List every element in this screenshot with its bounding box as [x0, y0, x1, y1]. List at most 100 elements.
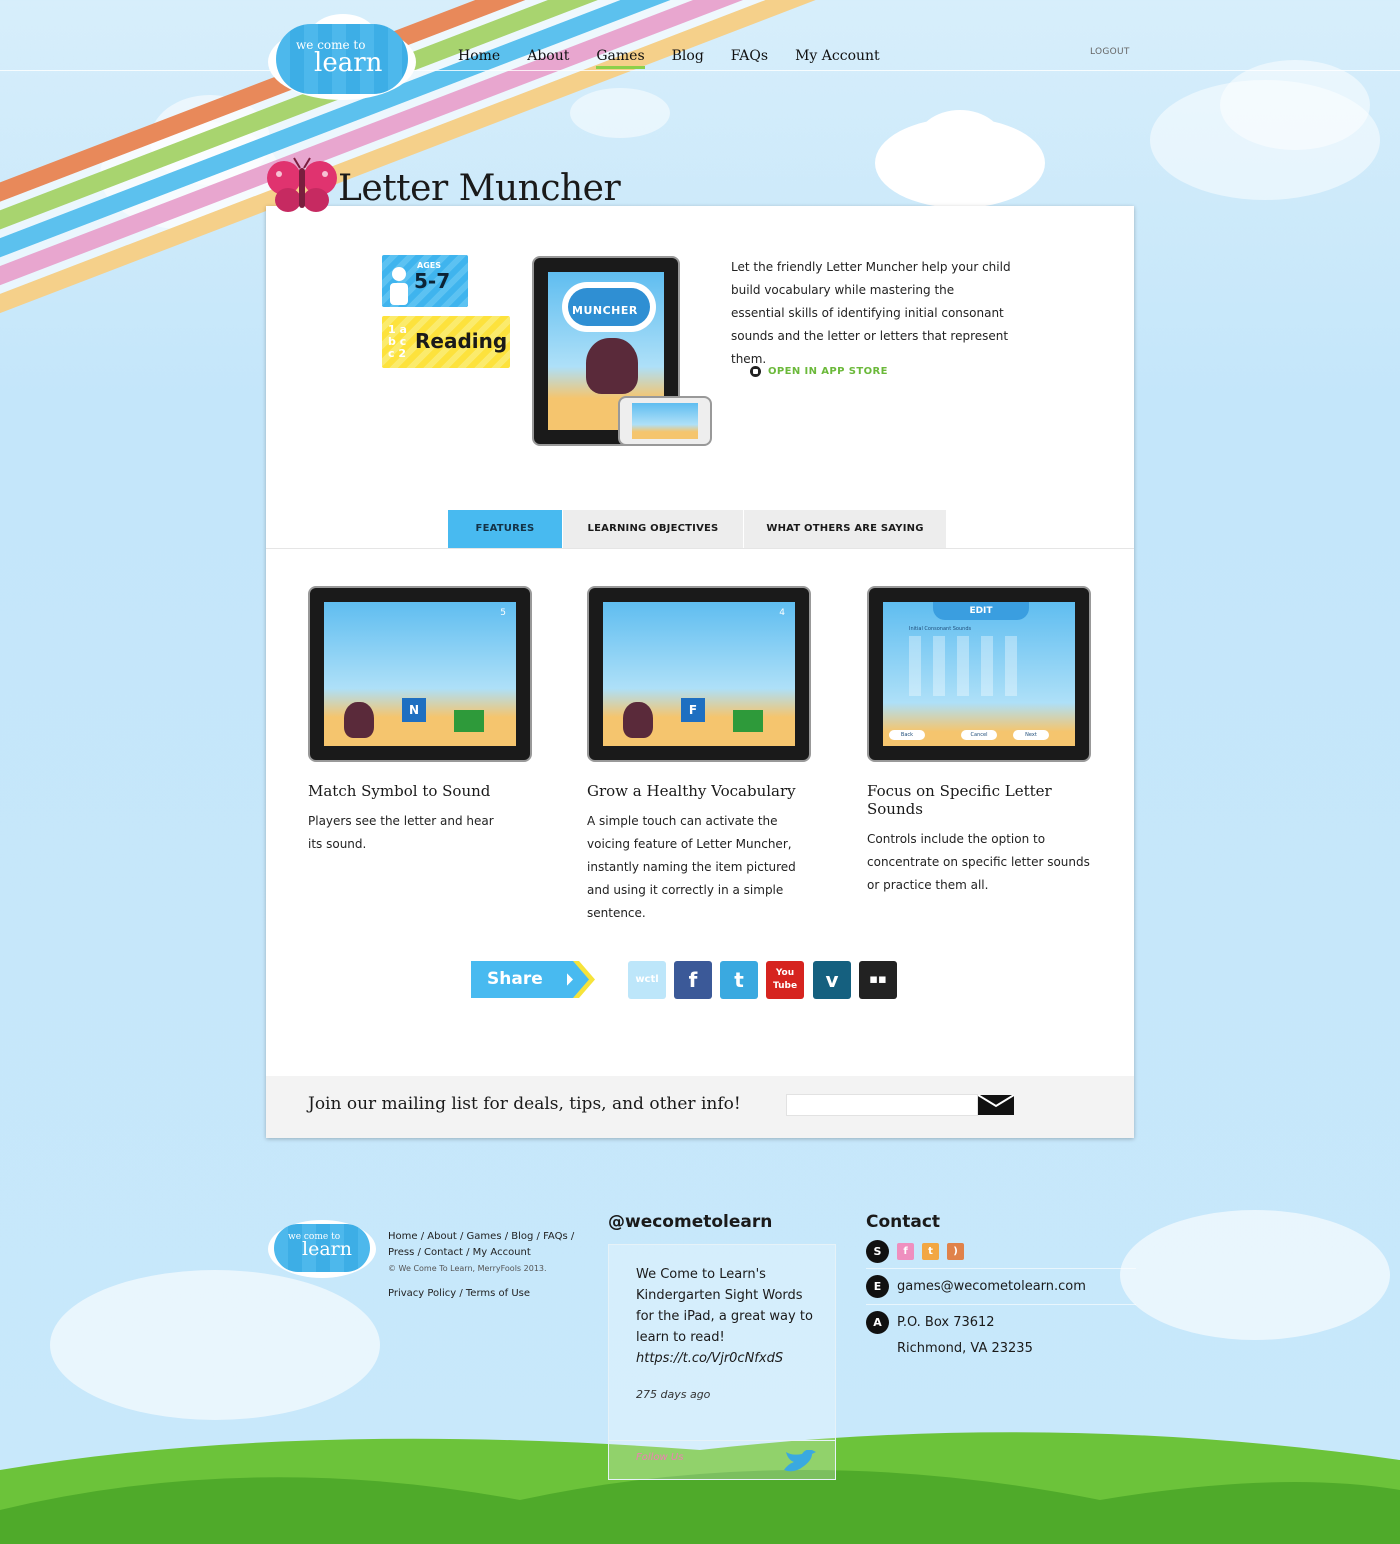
feature-card: EDIT Initial Consonant Sounds Back Cance… — [867, 586, 1097, 897]
nav-my-account[interactable]: My Account — [795, 48, 880, 69]
video-camera-icon[interactable]: ▪▪ — [859, 961, 897, 999]
wctl-icon[interactable]: wctl — [628, 961, 666, 999]
footer-logo[interactable]: we come to learn — [268, 1214, 376, 1278]
feature-title: Match Symbol to Sound — [308, 782, 491, 800]
cloud — [1120, 1210, 1390, 1340]
round-counter: 4 — [779, 608, 785, 618]
nav-about[interactable]: About — [527, 48, 569, 69]
nav-faqs[interactable]: FAQs — [731, 48, 768, 69]
address-line-1: P.O. Box 73612 — [897, 1315, 995, 1330]
tab-learning-objectives[interactable]: LEARNING OBJECTIVES — [562, 510, 743, 548]
contact-divider — [866, 1304, 1136, 1305]
cancel-button: Cancel — [961, 730, 997, 740]
logo-text-main: learn — [302, 1238, 352, 1260]
vimeo-icon[interactable]: v — [813, 961, 851, 999]
email-bullet: E — [866, 1275, 889, 1298]
subject-badge-value: Reading — [415, 329, 508, 353]
feature-text: Players see the letter and hear its soun… — [308, 814, 494, 851]
footer-links-row[interactable]: Press / Contact / My Account — [388, 1245, 574, 1261]
envelope-icon[interactable] — [978, 1095, 1014, 1115]
nav-games[interactable]: Games — [596, 48, 645, 69]
social-bullet: S — [866, 1240, 889, 1263]
feature-text: A simple touch can activate the voicing … — [587, 814, 796, 920]
nav-home[interactable]: Home — [458, 48, 500, 69]
letter-checkbox-grid — [909, 636, 1029, 696]
footer-links-row[interactable]: Home / About / Games / Blog / FAQs / — [388, 1229, 574, 1245]
cloud — [1220, 60, 1370, 150]
feature-screenshot: N 5 — [308, 586, 532, 762]
game-logo-text: MUNCHER — [572, 304, 638, 317]
game-description: Let the friendly Letter Muncher help you… — [731, 260, 1011, 366]
contact-address-row-2: Richmond, VA 23235 — [897, 1341, 1033, 1356]
logo-text-main: learn — [314, 48, 383, 78]
contact-heading: Contact — [866, 1212, 941, 1232]
tweet-time: 275 days ago — [636, 1388, 711, 1401]
tab-features[interactable]: FEATURES — [448, 510, 562, 548]
share-button[interactable]: Share — [471, 961, 567, 998]
letter-box: F — [681, 698, 705, 722]
feature-screenshot: F 4 — [587, 586, 811, 762]
feature-text: Controls include the option to concentra… — [867, 832, 1090, 892]
subject-badge: 1 ab cc 2 Reading — [382, 316, 510, 368]
cloud — [915, 110, 1005, 180]
letter-box: N — [402, 698, 426, 722]
contact-address-row: A P.O. Box 73612 — [866, 1311, 995, 1334]
edit-subtitle: Initial Consonant Sounds — [909, 626, 972, 632]
twitter-icon[interactable]: t — [922, 1243, 939, 1260]
share-arrow-icon — [555, 961, 595, 998]
contact-email[interactable]: games@wecometolearn.com — [897, 1279, 1086, 1294]
privacy-links[interactable]: Privacy Policy / Terms of Use — [388, 1288, 530, 1299]
monster-figure — [344, 702, 374, 738]
monster-figure — [586, 338, 638, 394]
youtube-icon[interactable]: You Tube — [766, 961, 804, 999]
mailing-list-text: Join our mailing list for deals, tips, a… — [308, 1094, 741, 1114]
twitter-bird-icon[interactable] — [782, 1450, 816, 1476]
app-store-icon — [750, 366, 761, 377]
app-store-label: OPEN IN APP STORE — [768, 366, 888, 377]
logo[interactable]: we come to learn — [268, 14, 416, 100]
twitter-heading: @wecometolearn — [608, 1212, 773, 1232]
hero-iphone-screen — [632, 403, 698, 439]
age-badge-value: 5-7 — [414, 269, 451, 293]
tab-what-others-are-saying[interactable]: WHAT OTHERS ARE SAYING — [743, 510, 946, 548]
butterfly-icon — [267, 157, 337, 212]
tweet: We Come to Learn's Kindergarten Sight Wo… — [636, 1264, 816, 1369]
main-nav: Home About Games Blog FAQs My Account — [458, 48, 907, 69]
hero-iphone-image — [618, 396, 712, 446]
contact-email-row: E games@wecometolearn.com — [866, 1275, 1086, 1298]
tweet-text: We Come to Learn's Kindergarten Sight Wo… — [636, 1267, 813, 1345]
rss-icon[interactable]: ) — [947, 1243, 964, 1260]
feature-title: Grow a Healthy Vocabulary — [587, 782, 796, 800]
age-badge: AGES 5-7 — [382, 255, 468, 307]
edit-header: EDIT — [933, 602, 1029, 620]
contact-divider — [866, 1268, 1136, 1269]
child-icon — [390, 267, 408, 305]
feature-screen: F 4 — [603, 602, 795, 746]
feature-title: Focus on Specific Letter Sounds — [867, 782, 1052, 818]
round-counter: 5 — [500, 608, 506, 618]
feature-card: F 4 Grow a Healthy Vocabulary A simple t… — [587, 586, 817, 925]
email-input[interactable] — [786, 1094, 978, 1116]
follow-us-link[interactable]: Follow Us — [636, 1452, 683, 1463]
feature-screen: EDIT Initial Consonant Sounds Back Cance… — [883, 602, 1075, 746]
contact-social-row: S f t ) — [866, 1240, 972, 1263]
facebook-icon[interactable]: f — [674, 961, 712, 999]
tweet-link[interactable]: https://t.co/Vjr0cNfxdS — [636, 1351, 783, 1366]
footer-links: Home / About / Games / Blog / FAQs / Pre… — [388, 1229, 574, 1277]
cloud — [50, 1270, 380, 1420]
green-bin — [454, 710, 484, 732]
copyright: © We Come To Learn, MerryFools 2013. — [388, 1264, 547, 1273]
tab-divider — [266, 548, 1134, 549]
nav-blog[interactable]: Blog — [672, 48, 704, 69]
address-line-2: Richmond, VA 23235 — [897, 1341, 1033, 1356]
next-button: Next — [1013, 730, 1049, 740]
green-bin — [733, 710, 763, 732]
twitter-icon[interactable]: t — [720, 961, 758, 999]
feature-screenshot: EDIT Initial Consonant Sounds Back Cance… — [867, 586, 1091, 762]
page-title: Letter Muncher — [338, 168, 621, 209]
logout-link[interactable]: LOGOUT — [1090, 47, 1130, 57]
header-divider — [0, 70, 1400, 71]
facebook-icon[interactable]: f — [897, 1243, 914, 1260]
app-store-link[interactable]: OPEN IN APP STORE — [750, 366, 888, 377]
feature-card: N 5 Match Symbol to Sound Players see th… — [308, 586, 538, 856]
